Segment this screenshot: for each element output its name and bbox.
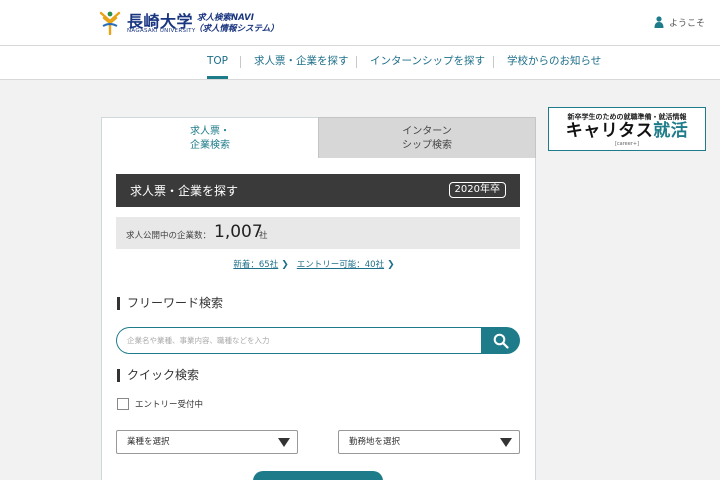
freeword-section-title: フリーワード検索 bbox=[117, 297, 223, 310]
count-unit: 社 bbox=[259, 231, 268, 241]
quick-search-section-title: クイック検索 bbox=[117, 369, 199, 382]
banner-brand-accent: 就活 bbox=[653, 121, 689, 141]
nav-item-find-internships[interactable]: インターンシップを探す bbox=[370, 46, 485, 79]
tab-job-search-line1: 求人票・ bbox=[190, 126, 230, 137]
caritas-banner[interactable]: 新卒学生のための就職準備・就活情報 キャリタス就活 [career+] bbox=[548, 107, 706, 151]
nav-item-top[interactable]: TOP bbox=[207, 46, 229, 79]
tab-internship-search[interactable]: インターン シップ検索 bbox=[318, 117, 536, 159]
entry-open-checkbox[interactable] bbox=[117, 398, 129, 410]
location-select[interactable]: 勤務地を選択 bbox=[338, 430, 520, 454]
welcome-menu[interactable]: ようこそ bbox=[654, 14, 705, 30]
banner-subtext: [career+] bbox=[614, 141, 640, 147]
tab-internship-line1: インターン bbox=[402, 126, 452, 137]
main-nav: TOP 求人票・企業を探す インターンシップを探す 学校からのお知らせ bbox=[0, 46, 720, 80]
nav-separator bbox=[240, 56, 241, 68]
industry-select[interactable]: 業種を選択 bbox=[116, 430, 298, 454]
user-icon bbox=[654, 16, 664, 28]
welcome-text: ようこそ bbox=[669, 18, 706, 29]
find-title: 求人票・企業を探す bbox=[130, 184, 239, 198]
industry-select-value: 業種を選択 bbox=[127, 437, 170, 447]
company-count-box: 求人公開中の企業数： 1,007 社 bbox=[116, 217, 520, 249]
nav-separator bbox=[356, 56, 357, 68]
site-header: 長崎大学 NAGASAKI UNIVERSITY 求人検索NAVI （求人情報シ… bbox=[0, 0, 720, 46]
tab-job-search-line2: 企業検索 bbox=[190, 140, 230, 151]
banner-brand: キャリタス bbox=[565, 121, 654, 141]
triangle-down-icon bbox=[278, 438, 290, 447]
search-icon bbox=[493, 333, 509, 349]
count-label: 求人公開中の企業数： bbox=[126, 231, 212, 241]
search-button[interactable] bbox=[481, 327, 520, 354]
nav-item-school-notices[interactable]: 学校からのお知らせ bbox=[507, 46, 601, 79]
quick-links: 新着：65社 ❯ エントリー可能：40社 ❯ bbox=[116, 258, 520, 270]
nav-item-find-jobs[interactable]: 求人票・企業を探す bbox=[254, 46, 349, 79]
entry-open-label[interactable]: エントリー受付中 bbox=[135, 398, 203, 410]
university-emblem-icon bbox=[99, 11, 121, 35]
entry-available-link[interactable]: エントリー可能：40社 bbox=[297, 260, 384, 270]
banner-logo-text: キャリタス就活 bbox=[549, 122, 705, 141]
university-logo[interactable]: 長崎大学 NAGASAKI UNIVERSITY 求人検索NAVI （求人情報シ… bbox=[98, 8, 288, 38]
nav-separator bbox=[493, 56, 494, 68]
tab-internship-line2: シップ検索 bbox=[402, 140, 452, 151]
graduation-year-badge: 2020年卒 bbox=[448, 182, 506, 198]
system-subtitle: （求人情報システム） bbox=[194, 24, 279, 34]
freeword-search-input[interactable] bbox=[116, 327, 482, 354]
quick-search-submit-button[interactable] bbox=[253, 471, 383, 480]
find-header-bar: 求人票・企業を探す 2020年卒 bbox=[116, 174, 520, 207]
chevron-right-icon: ❯ bbox=[387, 260, 395, 270]
university-name-en: NAGASAKI UNIVERSITY bbox=[127, 28, 196, 34]
location-select-value: 勤務地を選択 bbox=[349, 437, 401, 447]
count-value: 1,007 bbox=[214, 222, 263, 242]
chevron-right-icon: ❯ bbox=[281, 260, 289, 270]
new-companies-link[interactable]: 新着：65社 bbox=[233, 260, 278, 270]
triangle-down-icon bbox=[500, 438, 512, 447]
tab-job-search[interactable]: 求人票・ 企業検索 bbox=[101, 117, 319, 159]
